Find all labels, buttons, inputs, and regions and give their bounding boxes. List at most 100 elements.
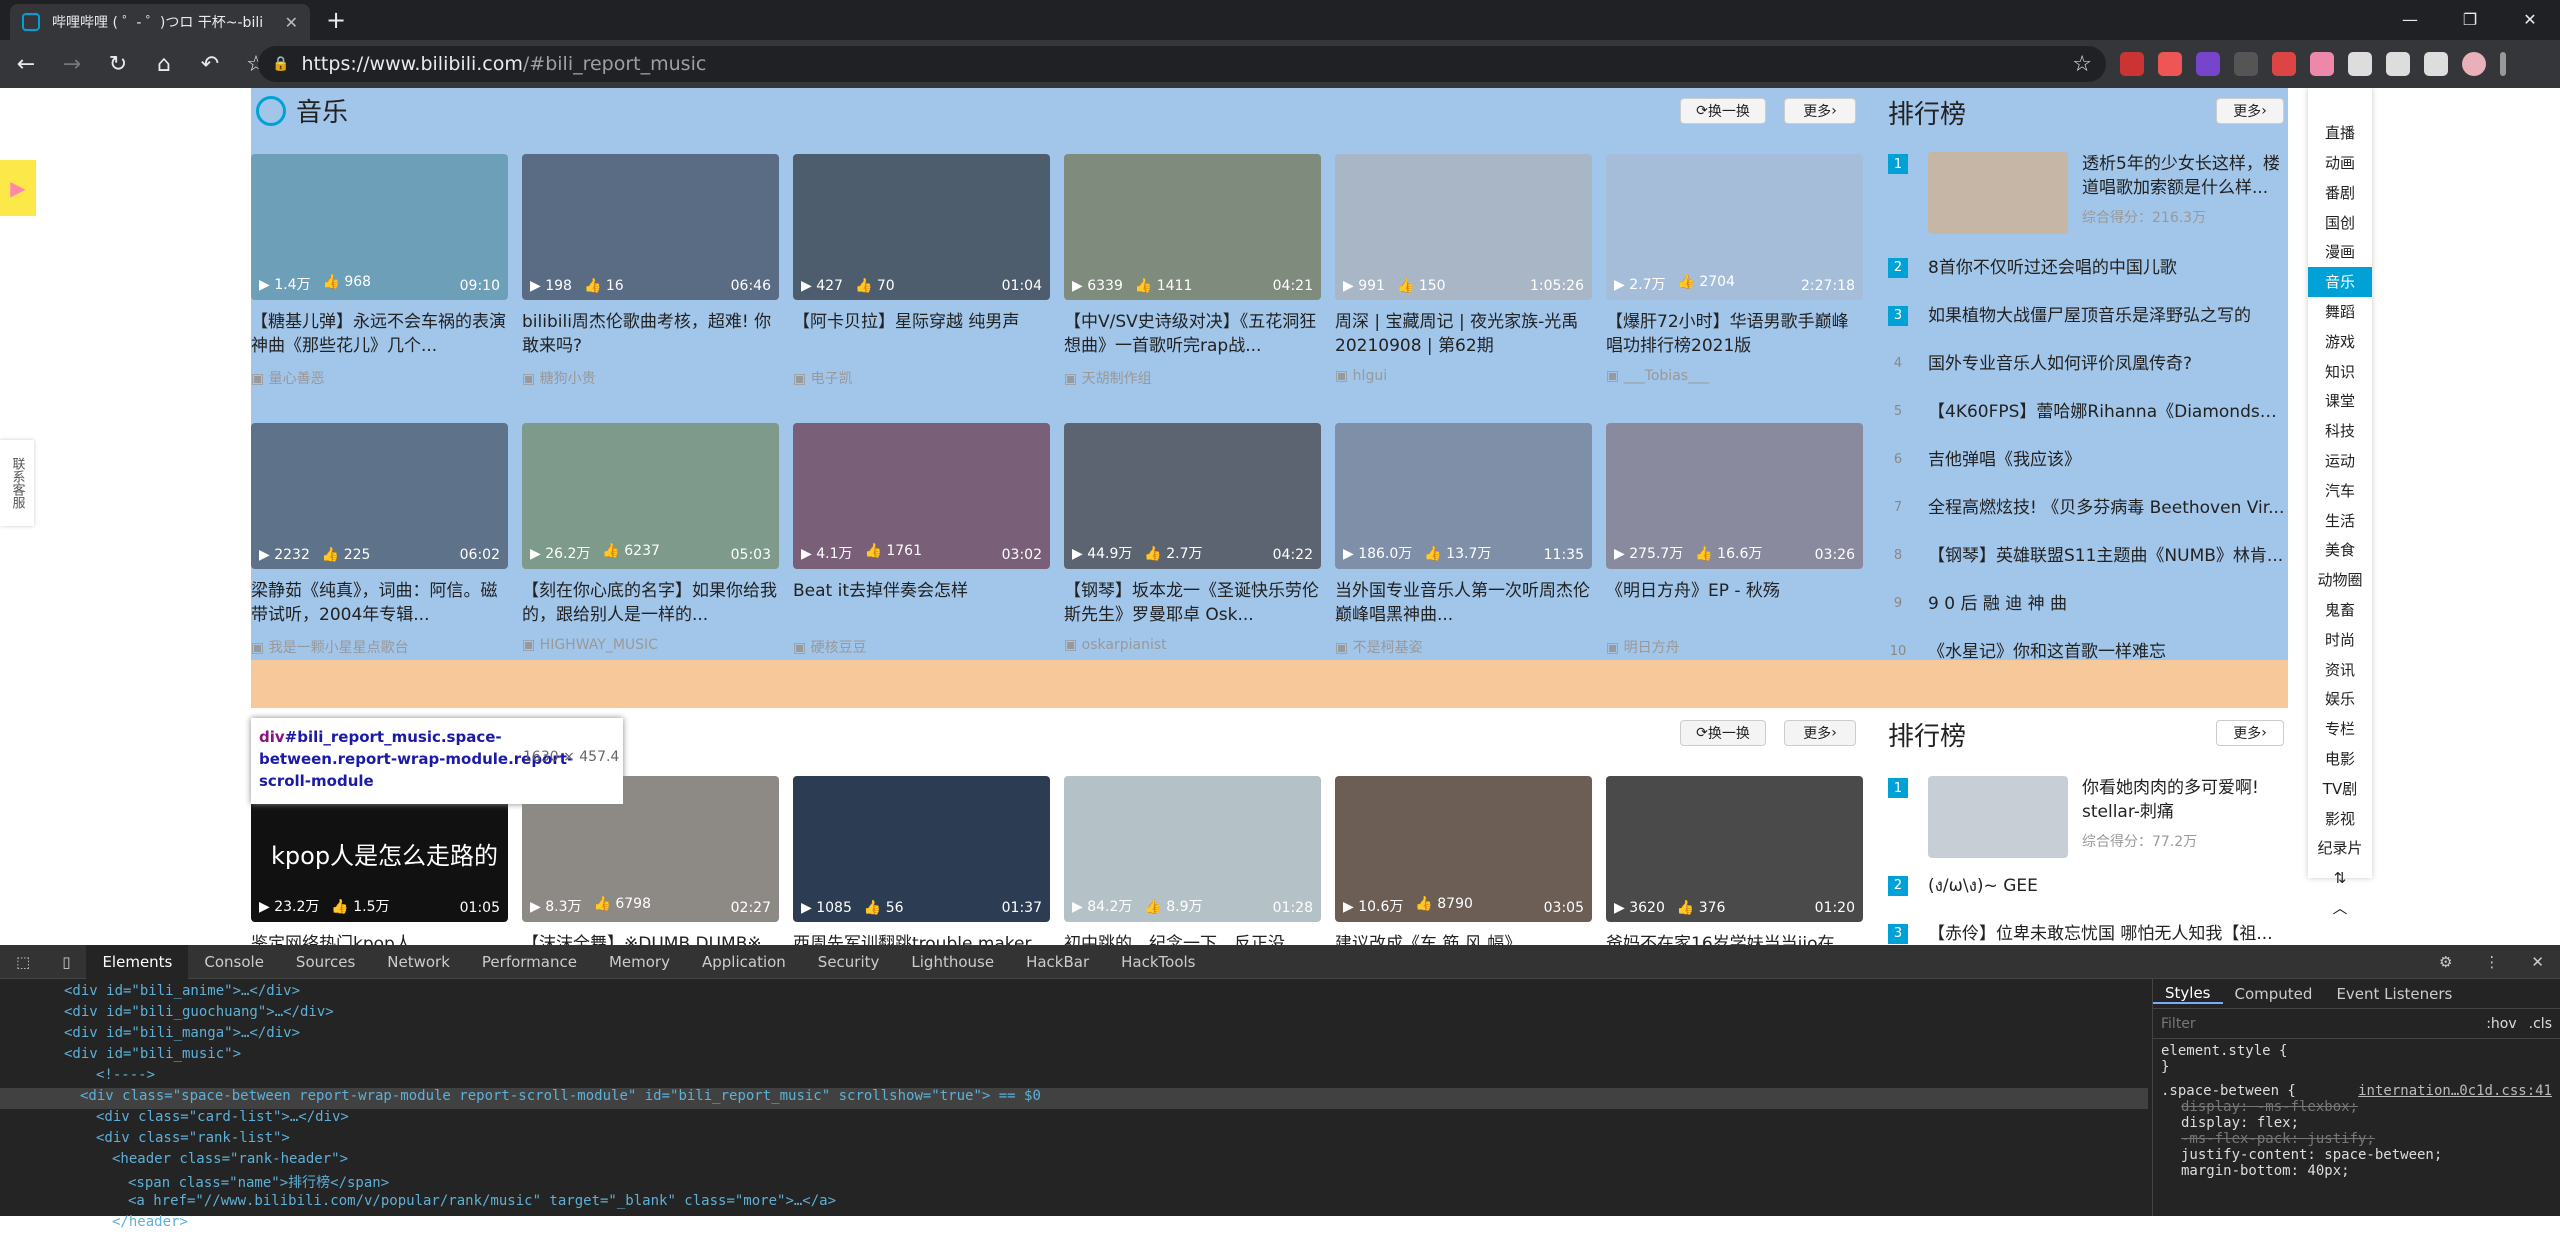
video-title[interactable]: 当外国专业音乐人第一次听周杰伦巅峰唱黑神曲... (1335, 579, 1592, 627)
rank-item[interactable]: 2 (ง/ω\ง)~ GEE (1888, 874, 2288, 898)
css-declaration[interactable]: display: flex; (2161, 1115, 2552, 1131)
devtools-tab[interactable]: HackBar (1010, 945, 1105, 979)
video-card[interactable]: ▶ 3620 👍 376 01:20 爸妈不在家16岁学妹当当jio在家... (1606, 776, 1863, 945)
video-uploader[interactable]: ▣ oskarpianist (1064, 637, 1321, 653)
video-uploader[interactable]: ▣ 不是柯基姿 (1335, 637, 1592, 657)
rank-item-title[interactable]: 【赤伶】位卑未敢忘忧国 哪怕无人知我【祖... (1928, 922, 2288, 945)
video-title[interactable]: 【中V/SV史诗级对决】《五花洞狂想曲》一首歌听完rap战... (1064, 310, 1321, 358)
dom-node[interactable]: <div id="bili_manga">…</div> (0, 1025, 2148, 1046)
close-devtools-icon[interactable]: ✕ (2515, 945, 2560, 979)
devtools-tab[interactable]: Security (802, 945, 896, 979)
rank-top-title[interactable]: 透析5年的少女长这样，楼道唱歌加索额是什么样... (2082, 152, 2282, 200)
video-title[interactable]: 建议改成《车 筋 风 幅》 (1335, 932, 1592, 945)
nav-item[interactable]: 番剧 (2308, 177, 2372, 207)
video-uploader[interactable]: ▣ 硬核豆豆 (793, 637, 1050, 657)
rank-thumbnail[interactable] (1928, 152, 2068, 234)
nav-item[interactable]: 运动 (2308, 446, 2372, 476)
dom-node[interactable]: <div class="space-between report-wrap-mo… (0, 1088, 2148, 1109)
address-bar[interactable]: 🔒 https://www.bilibili.com/#bili_report_… (258, 46, 2106, 82)
nav-item[interactable]: 专栏 (2308, 714, 2372, 744)
close-window-icon[interactable]: ✕ (2500, 0, 2560, 38)
rank-more-button[interactable]: 更多 › (2216, 98, 2284, 124)
extension-icon[interactable] (2310, 52, 2334, 76)
video-thumbnail[interactable]: ▶ 198 👍 16 06:46 (522, 154, 779, 300)
video-thumbnail[interactable]: ▶ 1.4万 👍 968 09:10 (251, 154, 508, 300)
nav-item[interactable]: 游戏 (2308, 326, 2372, 356)
nav-item[interactable]: 课堂 (2308, 386, 2372, 416)
devtools-tab[interactable]: Lighthouse (895, 945, 1010, 979)
rank-item-title[interactable]: 吉他弹唱《我应该》 (1928, 448, 2288, 472)
video-title[interactable]: 爸妈不在家16岁学妹当当jio在家... (1606, 932, 1863, 945)
styles-filter[interactable]: Filter:hov .cls (2153, 1009, 2560, 1039)
dom-node[interactable]: <!----> (0, 1067, 2148, 1088)
video-title[interactable]: 【阿卡贝拉】星际穿越 纯男声 (793, 310, 1050, 358)
minimize-icon[interactable]: — (2380, 0, 2440, 38)
nav-item[interactable]: 动物圈 (2308, 565, 2372, 595)
css-declaration[interactable]: -ms-flex-pack: justify; (2161, 1131, 2552, 1147)
video-card[interactable]: ▶ 427 👍 70 01:04 【阿卡贝拉】星际穿越 纯男声 ▣ 电子凯 (793, 154, 1050, 388)
rank-item-title[interactable]: 【4K60FPS】蕾哈娜Rihanna《Diamonds》... (1928, 400, 2288, 424)
extension-icon[interactable] (2386, 52, 2410, 76)
video-title[interactable]: bilibili周杰伦歌曲考核，超难! 你敢来吗? (522, 310, 779, 358)
rank-top-item[interactable]: 1 透析5年的少女长这样，楼道唱歌加索额是什么样... 综合得分：216.3万 (1888, 152, 2288, 234)
rank-item[interactable]: 9 9 0 后 融 迪 神 曲 (1888, 592, 2288, 616)
nav-item[interactable]: 舞蹈 (2308, 297, 2372, 327)
video-thumbnail[interactable]: ▶ 2232 👍 225 06:02 (251, 423, 508, 569)
rank-top-title[interactable]: 你看她肉肉的多可爱啊! stellar-刺痛 (2082, 776, 2282, 824)
video-title[interactable]: 【刻在你心底的名字】如果你给我的，跟给别人是一样的... (522, 579, 779, 627)
video-title[interactable]: 周深 | 宝藏周记 | 夜光家族-光禹20210908 | 第62期 (1335, 310, 1592, 358)
video-card[interactable]: ▶ 1.4万 👍 968 09:10 【糖基儿弹】永远不会车祸的表演神曲《那些花儿》几… (251, 154, 508, 388)
video-card[interactable]: ▶ 198 👍 16 06:46 bilibili周杰伦歌曲考核，超难! 你敢来吗? ▣… (522, 154, 779, 388)
device-toggle-icon[interactable]: ▯ (46, 945, 86, 979)
rank-item[interactable]: 7 全程高燃炫技! 《贝多芬病毒 Beethoven Vir... (1888, 496, 2288, 520)
video-title[interactable]: Beat it去掉伴奏会怎样 (793, 579, 1050, 627)
new-tab-icon[interactable]: + (326, 6, 346, 34)
video-uploader[interactable]: ▣ 量心善恶 (251, 368, 508, 388)
nav-item[interactable]: 汽车 (2308, 475, 2372, 505)
nav-item[interactable]: 漫画 (2308, 237, 2372, 267)
video-card[interactable]: ▶ 10.6万 👍 8790 03:05 建议改成《车 筋 风 幅》 (1335, 776, 1592, 945)
rank-item[interactable]: 5 【4K60FPS】蕾哈娜Rihanna《Diamonds》... (1888, 400, 2288, 424)
video-title[interactable]: 西周先军训翻跳trouble maker... (793, 932, 1050, 945)
more-icon[interactable]: ⋮ (2468, 945, 2515, 979)
video-uploader[interactable]: ▣ 明日方舟 (1606, 637, 1863, 657)
rank-item[interactable]: 3 如果植物大战僵尸屋顶音乐是泽野弘之写的 (1888, 304, 2288, 328)
video-card[interactable]: ▶ 6339 👍 1411 04:21 【中V/SV史诗级对决】《五花洞狂想曲》一首歌… (1064, 154, 1321, 388)
nav-item[interactable]: 美食 (2308, 535, 2372, 565)
video-thumbnail[interactable]: ▶ 6339 👍 1411 04:21 (1064, 154, 1321, 300)
extension-icon[interactable] (2234, 52, 2258, 76)
rank-item[interactable]: 4 国外专业音乐人如何评价凤凰传奇? (1888, 352, 2288, 376)
css-declaration[interactable]: margin-bottom: 40px; (2161, 1163, 2552, 1179)
css-declaration[interactable]: display: -ms-flexbox; (2161, 1099, 2552, 1115)
video-thumbnail[interactable]: ▶ 186.0万 👍 13.7万 11:35 (1335, 423, 1592, 569)
video-card[interactable]: ▶ 991 👍 150 1:05:26 周深 | 宝藏周记 | 夜光家族-光禹2021… (1335, 154, 1592, 384)
side-play-icon[interactable]: ▶ (0, 160, 36, 216)
rank-item[interactable]: 8 【钢琴】英雄联盟S11主题曲《NUMB》林肯... (1888, 544, 2288, 568)
dom-node[interactable]: <div id="bili_guochuang">…</div> (0, 1004, 2148, 1025)
reload-icon[interactable]: ↻ (98, 44, 138, 84)
video-thumbnail[interactable]: ▶ 427 👍 70 01:04 (793, 154, 1050, 300)
rule-source-link[interactable]: internation…0c1d.css:41 (2358, 1083, 2552, 1099)
nav-item[interactable]: 科技 (2308, 416, 2372, 446)
rank-item-title[interactable]: 全程高燃炫技! 《贝多芬病毒 Beethoven Vir... (1928, 496, 2288, 520)
nav-item[interactable]: 生活 (2308, 505, 2372, 535)
close-tab-icon[interactable]: ✕ (285, 13, 298, 32)
rank-item-title[interactable]: 国外专业音乐人如何评价凤凰传奇? (1928, 352, 2288, 376)
back-icon[interactable]: ← (6, 44, 46, 84)
rank-top-item[interactable]: 1 你看她肉肉的多可爱啊! stellar-刺痛 综合得分：77.2万 (1888, 776, 2288, 858)
video-thumbnail[interactable]: ▶ 3620 👍 376 01:20 (1606, 776, 1863, 922)
nav-item[interactable]: TV剧 (2308, 773, 2372, 803)
rank-item-title[interactable]: 如果植物大战僵尸屋顶音乐是泽野弘之写的 (1928, 304, 2288, 328)
video-thumbnail[interactable]: ▶ 84.2万 👍 8.9万 01:28 (1064, 776, 1321, 922)
rank-item[interactable]: 3 【赤伶】位卑未敢忘忧国 哪怕无人知我【祖... (1888, 922, 2288, 945)
more-button[interactable]: 更多 › (1784, 98, 1856, 124)
nav-item[interactable]: 娱乐 (2308, 684, 2372, 714)
rank-item[interactable]: 2 8首你不仅听过还会唱的中国儿歌 (1888, 256, 2288, 280)
nav-item[interactable]: 国创 (2308, 207, 2372, 237)
rank-item-title[interactable]: 《水星记》你和这首歌一样难忘 (1928, 640, 2288, 664)
nav-item[interactable]: 鬼畜 (2308, 595, 2372, 625)
extension-icon[interactable] (2196, 52, 2220, 76)
devtools-tab[interactable]: Elements (86, 944, 189, 979)
video-title[interactable]: 《明日方舟》EP - 秋殇 (1606, 579, 1863, 627)
devtools-tab[interactable]: Application (686, 945, 802, 979)
